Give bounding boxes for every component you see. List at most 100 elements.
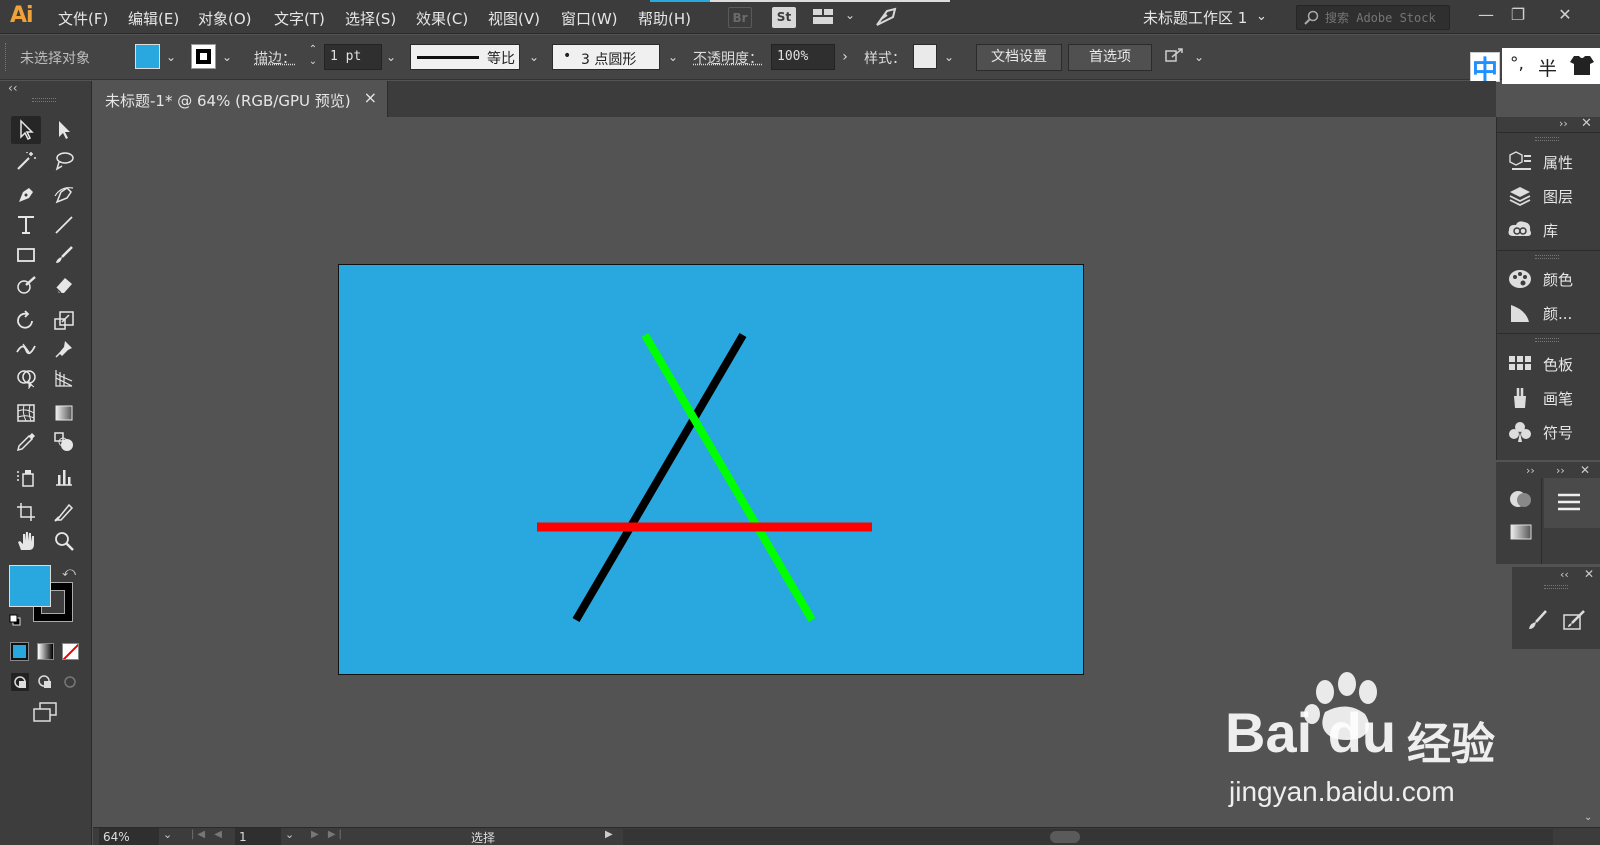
search-input[interactable] <box>1325 9 1445 27</box>
stroke-dropdown[interactable]: ⌄ <box>218 44 236 70</box>
swap-fill-stroke-icon[interactable]: ⤺ <box>62 565 76 580</box>
close-panel-icon[interactable]: ✕ <box>1581 116 1592 131</box>
eraser-tool[interactable] <box>49 271 79 299</box>
panel-libraries[interactable]: 库 <box>1507 215 1597 245</box>
panel-color-guide[interactable]: 颜... <box>1507 298 1597 328</box>
selection-tool[interactable] <box>11 116 41 144</box>
curvature-tool[interactable] <box>49 181 79 209</box>
rotate-tool[interactable] <box>11 306 41 334</box>
zoom-tool[interactable] <box>49 527 79 555</box>
puppet-warp-tool[interactable] <box>49 335 79 363</box>
collapse-panels-icon[interactable]: ›› <box>1556 464 1565 477</box>
direct-selection-tool[interactable] <box>49 116 79 144</box>
panel-swatches[interactable]: 色板 <box>1507 349 1597 379</box>
document-setup-button[interactable]: 文档设置 <box>976 44 1062 71</box>
hand-tool[interactable] <box>11 527 41 555</box>
horizontal-scrollbar[interactable] <box>623 829 1553 845</box>
chevron-down-icon[interactable]: ⌄ <box>845 8 855 22</box>
menu-window[interactable]: 窗口(W) <box>561 8 618 29</box>
close-panel-icon[interactable]: ✕ <box>1584 567 1594 581</box>
minimize-button[interactable]: — <box>1471 2 1501 28</box>
artboard-nav-prev-icon[interactable]: |◀ ◀ <box>191 829 225 840</box>
perspective-grid-tool[interactable] <box>49 364 79 392</box>
panel-layers[interactable]: 图层 <box>1507 181 1597 211</box>
horizontal-scroll-thumb[interactable] <box>1050 831 1080 843</box>
opacity-label[interactable]: 不透明度： <box>693 48 763 68</box>
status-menu-arrow-icon[interactable]: ▶ <box>605 829 613 840</box>
opacity-arrow-icon[interactable]: › <box>836 44 854 70</box>
menu-view[interactable]: 视图(V) <box>488 8 540 29</box>
menu-effect[interactable]: 效果(C) <box>416 8 468 29</box>
zoom-level-field[interactable]: 64% <box>99 828 159 845</box>
black-line[interactable] <box>572 332 747 623</box>
artboard[interactable] <box>338 264 1084 675</box>
scale-tool[interactable] <box>49 306 79 334</box>
panel-symbols[interactable]: 符号 <box>1507 417 1597 447</box>
shaper-tool[interactable] <box>11 271 41 299</box>
brush-dropdown[interactable]: ⌄ <box>664 44 682 70</box>
mesh-tool[interactable] <box>11 399 41 427</box>
close-window-button[interactable]: ✕ <box>1550 2 1580 28</box>
brush-select[interactable]: • 3 点圆形 <box>552 44 660 70</box>
slice-tool[interactable] <box>49 498 79 526</box>
paintbrush-tool[interactable] <box>49 241 79 269</box>
stroke-label[interactable]: 描边： <box>254 48 296 68</box>
line-segment-tool[interactable] <box>49 211 79 239</box>
green-line[interactable] <box>641 332 816 623</box>
stroke-weight-field[interactable]: 1 pt <box>324 44 382 70</box>
column-graph-tool[interactable] <box>49 463 79 491</box>
menu-select[interactable]: 选择(S) <box>345 8 396 29</box>
expand-panels-icon[interactable]: ‹‹ <box>1560 568 1569 581</box>
magic-wand-tool[interactable] <box>11 147 41 175</box>
search-stock[interactable] <box>1296 5 1450 30</box>
screen-mode-icon[interactable] <box>30 701 60 723</box>
color-mode-button[interactable] <box>10 642 29 661</box>
brush-options-icon[interactable] <box>1562 609 1586 631</box>
stroke-swatch[interactable] <box>191 44 216 69</box>
stock-button[interactable]: St <box>772 7 796 28</box>
menu-file[interactable]: 文件(F) <box>58 8 108 29</box>
artboard-nav-next-icon[interactable]: ▶ ▶| <box>311 829 345 840</box>
close-document-icon[interactable]: × <box>364 88 377 107</box>
align-options-icon[interactable] <box>1164 47 1186 67</box>
fill-dropdown[interactable]: ⌄ <box>162 44 180 70</box>
preferences-button[interactable]: 首选项 <box>1068 44 1152 71</box>
fill-swatch[interactable] <box>135 44 160 69</box>
ime-indicator[interactable]: 中 °, 半 <box>1466 46 1600 86</box>
stroke-weight-dropdown[interactable]: ⌄ <box>382 44 400 70</box>
menu-object[interactable]: 对象(O) <box>198 8 252 29</box>
bridge-button[interactable]: Br <box>728 7 752 28</box>
draw-inside-icon[interactable] <box>61 673 79 691</box>
pen-tool[interactable] <box>11 181 41 209</box>
default-fill-stroke-icon[interactable] <box>9 614 21 626</box>
collapse-panels-icon[interactable]: ›› <box>1559 117 1568 130</box>
style-dropdown[interactable]: ⌄ <box>940 44 958 70</box>
transparency-icon[interactable] <box>1509 488 1533 510</box>
menu-type[interactable]: 文字(T) <box>274 8 325 29</box>
brush-panel-icon[interactable] <box>1526 609 1550 631</box>
panel-color[interactable]: 颜色 <box>1507 264 1597 294</box>
hamburger-menu-icon[interactable] <box>1556 492 1582 512</box>
scroll-down-icon[interactable]: ⌄ <box>1584 812 1592 823</box>
lasso-tool[interactable] <box>49 147 79 175</box>
shape-builder-tool[interactable] <box>11 364 41 392</box>
arrange-documents-icon[interactable] <box>813 9 835 25</box>
collapse-toolbar-icon[interactable]: ‹‹ <box>8 81 18 95</box>
collapse-panels-icon[interactable]: ›› <box>1526 464 1535 477</box>
fill-proxy[interactable] <box>9 565 51 607</box>
artboard-dropdown-icon[interactable]: ⌄ <box>285 828 294 841</box>
chevron-down-icon[interactable]: ⌄ <box>1190 44 1208 70</box>
type-tool[interactable] <box>11 211 41 239</box>
width-tool[interactable] <box>11 335 41 363</box>
blend-tool[interactable] <box>49 428 79 456</box>
menu-edit[interactable]: 编辑(E) <box>128 8 179 29</box>
graphic-style-swatch[interactable] <box>913 44 937 69</box>
draw-behind-icon[interactable] <box>36 673 54 691</box>
gradient-panel-icon[interactable] <box>1509 522 1533 542</box>
close-panel-icon[interactable]: ✕ <box>1580 463 1590 477</box>
panel-properties[interactable]: 属性 <box>1507 147 1597 177</box>
artboard-number-field[interactable]: 1 <box>235 828 281 845</box>
zoom-dropdown-icon[interactable]: ⌄ <box>163 828 172 841</box>
eyedropper-tool[interactable] <box>11 428 41 456</box>
gradient-tool[interactable] <box>49 399 79 427</box>
